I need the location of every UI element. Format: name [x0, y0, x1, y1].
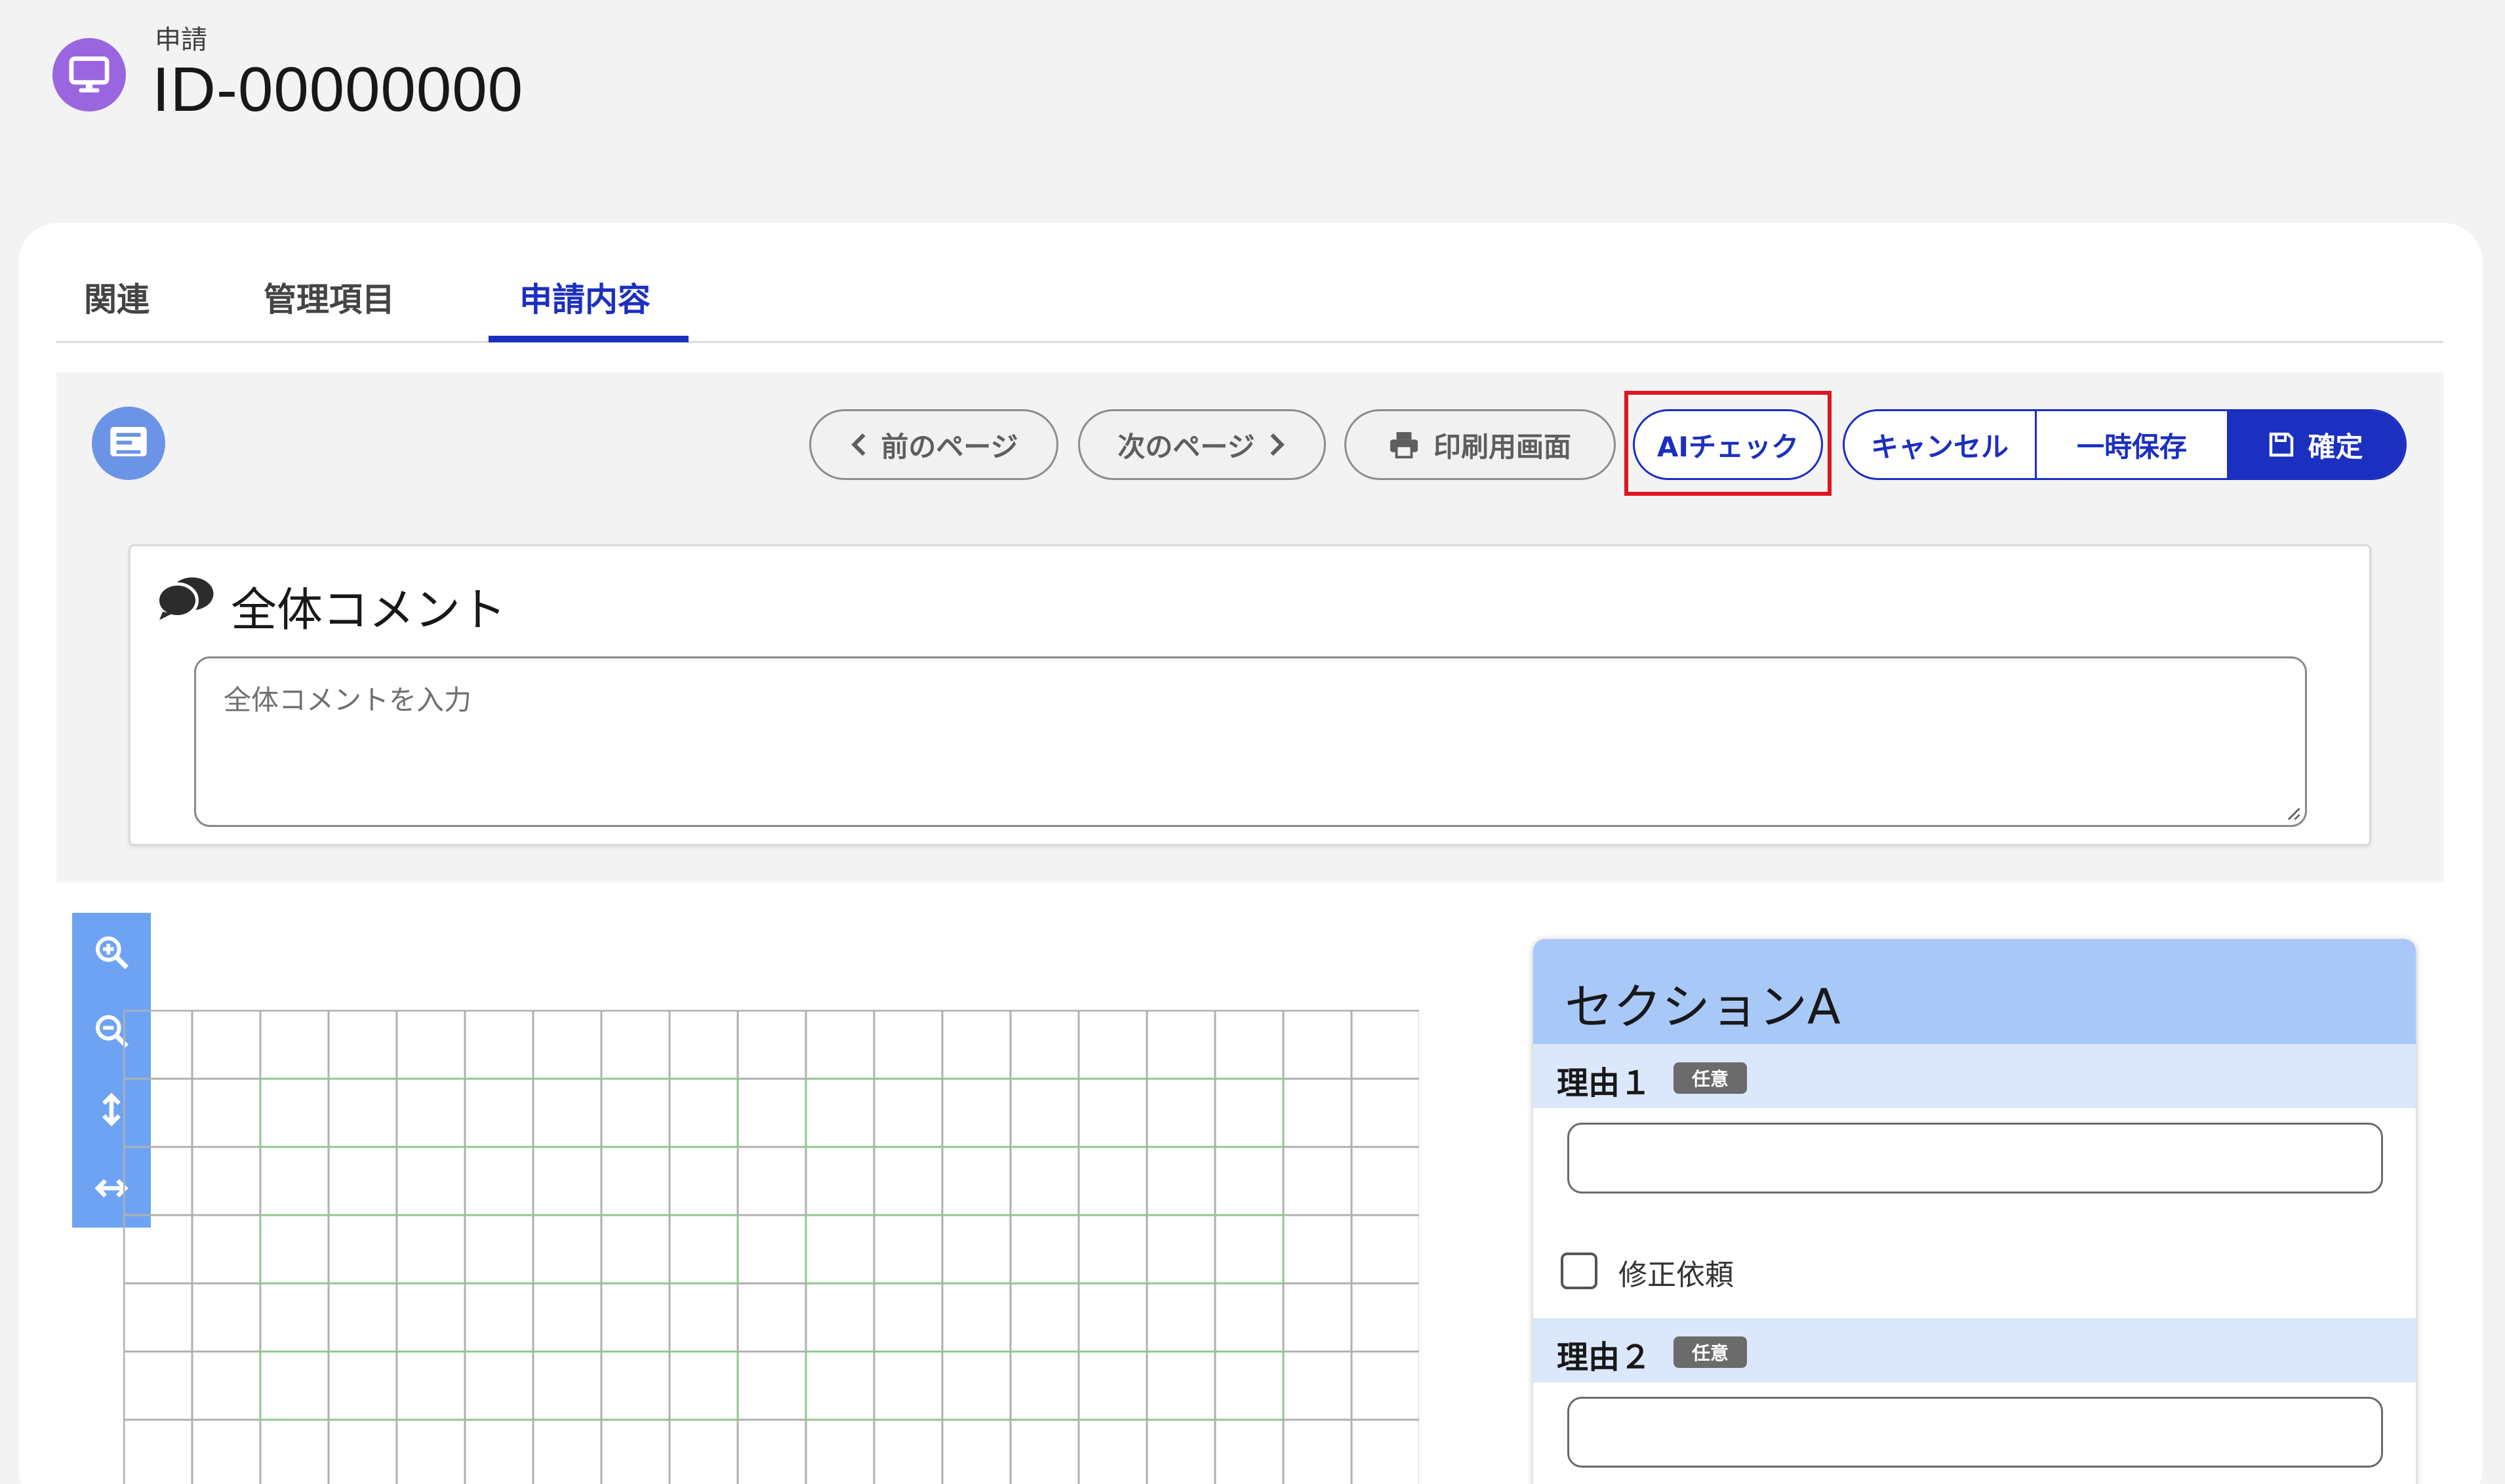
zoom-in-button[interactable]	[72, 913, 151, 992]
tab-related[interactable]: 関連	[84, 273, 150, 321]
next-page-label: 次のページ	[1117, 430, 1255, 463]
section-a-title: セクションA	[1565, 979, 1841, 1035]
reason-1-label: 理由１	[1557, 1065, 1652, 1102]
reason-1-header: 理由１ 任意	[1533, 1044, 2416, 1108]
record-type-label: 申請	[155, 25, 207, 55]
action-button-group: キャンセル 一時保存 確定	[1843, 409, 2407, 480]
page-title: ID-00000000	[152, 54, 524, 125]
next-page-button[interactable]: 次のページ	[1078, 409, 1326, 480]
print-view-label: 印刷用画面	[1433, 430, 1571, 463]
monitor-icon	[69, 56, 110, 92]
revision-request-checkbox[interactable]	[1561, 1253, 1597, 1289]
document-preview-grid	[123, 1010, 1419, 1484]
form-field-box	[259, 1214, 739, 1285]
form-icon-glyph	[110, 426, 147, 456]
resize-handle-icon[interactable]	[2285, 805, 2301, 821]
chevron-right-icon	[1270, 433, 1285, 456]
ai-check-button[interactable]: AIチェック	[1633, 409, 1823, 480]
ai-check-label: AIチェック	[1656, 430, 1799, 463]
optional-badge: 任意	[1673, 1062, 1747, 1094]
form-field-box	[259, 1077, 739, 1148]
confirm-button[interactable]: 確定	[2227, 411, 2405, 478]
form-field-box	[259, 1350, 739, 1421]
cancel-button[interactable]: キャンセル	[1845, 411, 2037, 478]
save-icon	[2270, 432, 2294, 457]
reason-2-input[interactable]	[1567, 1397, 2383, 1468]
tab-bar: 関連 管理項目 申請内容	[56, 259, 2443, 344]
form-icon	[92, 407, 165, 480]
active-tab-indicator	[489, 336, 689, 342]
optional-badge: 任意	[1673, 1336, 1747, 1368]
reason-2-label: 理由２	[1557, 1339, 1652, 1376]
prev-page-button[interactable]: 前のページ	[809, 409, 1058, 480]
app-icon	[52, 38, 126, 111]
printer-icon	[1390, 431, 1418, 458]
section-a-panel: セクションA 理由１ 任意 修正依頼 理由２ 任意	[1533, 939, 2416, 1484]
form-field-box	[805, 1350, 1285, 1421]
prev-page-label: 前のページ	[881, 430, 1018, 463]
temp-save-button[interactable]: 一時保存	[2037, 411, 2227, 478]
overall-comment-title: 全体コメント	[231, 583, 506, 637]
tab-divider	[56, 341, 2443, 343]
overall-comment-placeholder: 全体コメントを入力	[224, 684, 472, 716]
form-field-box	[805, 1077, 1285, 1148]
tab-application-content[interactable]: 申請内容	[519, 273, 651, 321]
form-field-box	[805, 1214, 1285, 1285]
confirm-label: 確定	[2308, 430, 2363, 463]
overall-comment-input[interactable]: 全体コメントを入力	[194, 656, 2307, 827]
print-view-button[interactable]: 印刷用画面	[1344, 409, 1616, 480]
revision-request-label: 修正依頼	[1618, 1258, 1734, 1292]
reason-1-input[interactable]	[1567, 1123, 2383, 1193]
tab-management-items[interactable]: 管理項目	[264, 273, 395, 321]
zoom-in-icon	[95, 936, 129, 969]
chevron-left-icon	[851, 433, 866, 456]
comments-icon	[156, 577, 214, 620]
reason-2-header: 理由２ 任意	[1533, 1318, 2416, 1382]
